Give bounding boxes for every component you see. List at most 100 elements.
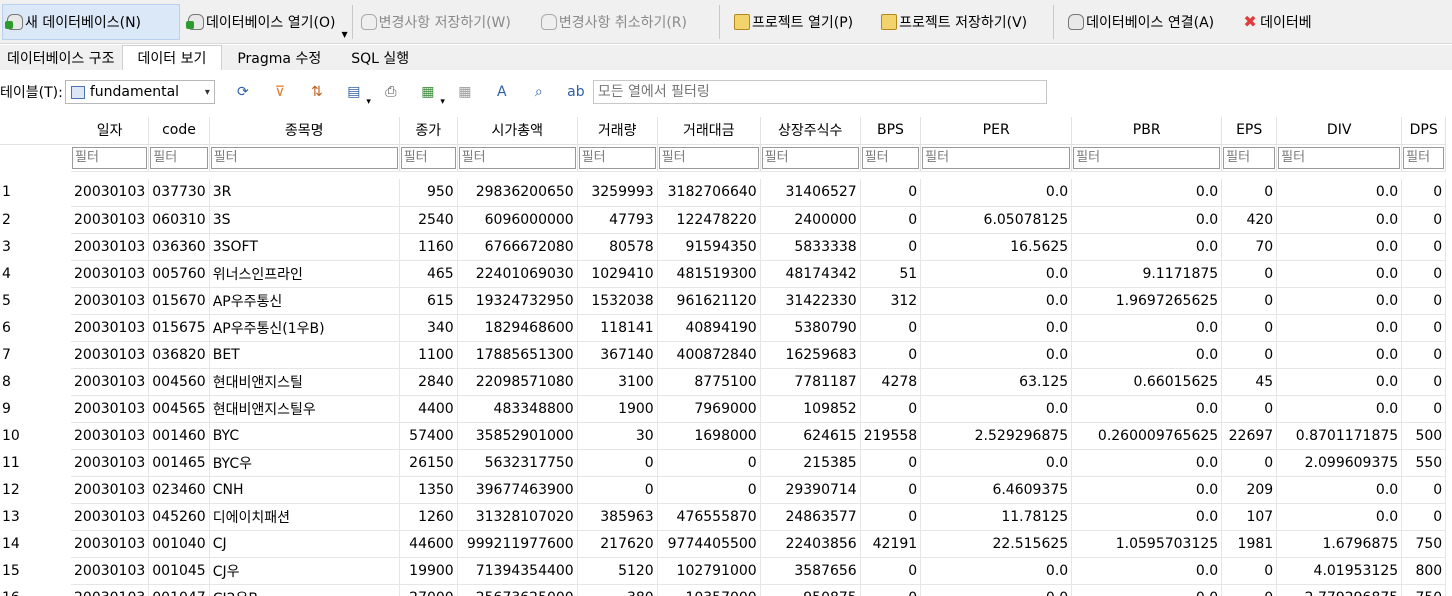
table-cell[interactable]: 109852	[760, 395, 861, 423]
table-cell[interactable]: 1350	[399, 476, 458, 504]
table-cell[interactable]: 10357000	[657, 584, 761, 596]
table-cell[interactable]: 001047	[148, 584, 210, 596]
column-header[interactable]: EPS	[1221, 117, 1278, 145]
column-filter-input[interactable]: 필터	[210, 146, 398, 169]
table-cell[interactable]: 0.0	[1071, 503, 1223, 531]
table-cell[interactable]: 7781187	[760, 368, 861, 396]
table-cell[interactable]: 0	[860, 449, 922, 477]
table-cell[interactable]: CJ	[209, 530, 400, 558]
table-cell[interactable]: 20030103	[71, 179, 150, 207]
table-cell[interactable]: 7969000	[657, 395, 761, 423]
row-number[interactable]: 7	[0, 341, 71, 369]
table-cell[interactable]: 0.0	[1276, 179, 1403, 207]
column-header[interactable]: 시가총액	[457, 117, 578, 145]
table-cell[interactable]: 0	[860, 584, 922, 596]
write-changes-button[interactable]: 변경사항 저장하기(W)	[357, 4, 515, 40]
table-cell[interactable]: 1900	[577, 395, 658, 423]
table-cell[interactable]: 20030103	[71, 422, 150, 450]
row-number[interactable]: 14	[0, 530, 71, 558]
table-cell[interactable]: 3587656	[760, 557, 861, 585]
open-database-button[interactable]: 데이터베이스 열기(O)	[184, 4, 339, 40]
table-cell[interactable]: 2400000	[760, 206, 861, 234]
table-cell[interactable]: 0.0	[1071, 233, 1223, 261]
table-cell[interactable]: 20030103	[71, 476, 150, 504]
table-cell[interactable]: 20030103	[71, 503, 150, 531]
table-cell[interactable]: 209	[1221, 476, 1278, 504]
table-cell[interactable]: 71394354400	[457, 557, 578, 585]
table-cell[interactable]: 004565	[148, 395, 210, 423]
table-cell[interactable]: 0.0	[1071, 476, 1223, 504]
table-cell[interactable]: 367140	[577, 341, 658, 369]
table-cell[interactable]: 0.0	[1276, 260, 1403, 288]
column-header[interactable]: 거래량	[577, 117, 658, 145]
table-cell[interactable]: 0.0	[1071, 179, 1223, 207]
table-cell[interactable]: AP우주통신(1우B)	[209, 314, 400, 342]
table-cell[interactable]: 3100	[577, 368, 658, 396]
table-cell[interactable]: 615	[399, 287, 458, 315]
column-header[interactable]: 거래대금	[657, 117, 761, 145]
table-cell[interactable]: 481519300	[657, 260, 761, 288]
table-cell[interactable]: 1.9697265625	[1071, 287, 1223, 315]
table-cell[interactable]: 0	[1401, 233, 1447, 261]
table-cell[interactable]: 31422330	[760, 287, 861, 315]
font-format-icon[interactable]: A	[493, 83, 511, 101]
column-header[interactable]: 종가	[399, 117, 458, 145]
table-row[interactable]: 4 20030103 005760 위너스인프라인 465 22401069030 1029…	[0, 260, 1447, 288]
table-cell[interactable]: 0	[860, 341, 922, 369]
table-cell[interactable]: 17885651300	[457, 341, 578, 369]
table-cell[interactable]: 22.515625	[920, 530, 1073, 558]
table-cell[interactable]: 20030103	[71, 368, 150, 396]
table-cell[interactable]: 20030103	[71, 449, 150, 477]
table-cell[interactable]: 0.0	[920, 287, 1073, 315]
table-cell[interactable]: 0.0	[1276, 503, 1403, 531]
column-filter-input[interactable]: 필터	[458, 146, 576, 169]
row-number[interactable]: 8	[0, 368, 71, 396]
table-row[interactable]: 14 20030103 001040 CJ 44600 999211977600 21762…	[0, 530, 1447, 558]
delete-record-icon[interactable]: ▦	[456, 83, 474, 101]
table-cell[interactable]: 107	[1221, 503, 1278, 531]
row-number[interactable]: 12	[0, 476, 71, 504]
row-number[interactable]: 2	[0, 206, 71, 234]
column-filter-input[interactable]: 필터	[1403, 146, 1445, 169]
table-cell[interactable]: 31328107020	[457, 503, 578, 531]
table-cell[interactable]: 060310	[148, 206, 210, 234]
column-header[interactable]: BPS	[860, 117, 922, 145]
table-cell[interactable]: 20030103	[71, 395, 150, 423]
table-cell[interactable]: 0	[1221, 341, 1278, 369]
table-cell[interactable]: 2540	[399, 206, 458, 234]
table-cell[interactable]: 023460	[148, 476, 210, 504]
row-number[interactable]: 13	[0, 503, 71, 531]
table-cell[interactable]: 20030103	[71, 341, 150, 369]
table-cell[interactable]: 20030103	[71, 584, 150, 596]
table-cell[interactable]: 16259683	[760, 341, 861, 369]
table-cell[interactable]: 118141	[577, 314, 658, 342]
table-cell[interactable]: 215385	[760, 449, 861, 477]
table-cell[interactable]: 0	[1401, 476, 1447, 504]
table-cell[interactable]: 27000	[399, 584, 458, 596]
table-cell[interactable]: 47793	[577, 206, 658, 234]
insert-record-icon[interactable]: ▦	[419, 83, 445, 107]
table-cell[interactable]: 16.5625	[920, 233, 1073, 261]
table-cell[interactable]: 22098571080	[457, 368, 578, 396]
table-cell[interactable]: 20030103	[71, 260, 150, 288]
table-cell[interactable]: 0	[1221, 179, 1278, 207]
table-cell[interactable]: 380	[577, 584, 658, 596]
row-number[interactable]: 9	[0, 395, 71, 423]
table-cell[interactable]: 0	[1401, 287, 1447, 315]
table-row[interactable]: 1 20030103 037730 3R 950 29836200650 3259993 31…	[0, 179, 1447, 207]
table-cell[interactable]: 3R	[209, 179, 400, 207]
table-cell[interactable]: 500	[1401, 422, 1447, 450]
table-cell[interactable]: 0	[860, 395, 922, 423]
table-cell[interactable]: AP우주통신	[209, 287, 400, 315]
table-cell[interactable]: 3182706640	[657, 179, 761, 207]
table-cell[interactable]: 현대비앤지스틸	[209, 368, 400, 396]
table-cell[interactable]: 045260	[148, 503, 210, 531]
table-cell[interactable]: 1532038	[577, 287, 658, 315]
table-cell[interactable]: 217620	[577, 530, 658, 558]
table-row[interactable]: 13 20030103 045260 디에이치패션 1260 31328107020 385…	[0, 503, 1447, 531]
column-header[interactable]: 종목명	[209, 117, 400, 145]
table-cell[interactable]: 0.0	[920, 557, 1073, 585]
table-row[interactable]: 12 20030103 023460 CNH 1350 39677463900 0 0 2939…	[0, 476, 1447, 504]
table-cell[interactable]: 29390714	[760, 476, 861, 504]
table-cell[interactable]: CJ2우B	[209, 584, 400, 596]
